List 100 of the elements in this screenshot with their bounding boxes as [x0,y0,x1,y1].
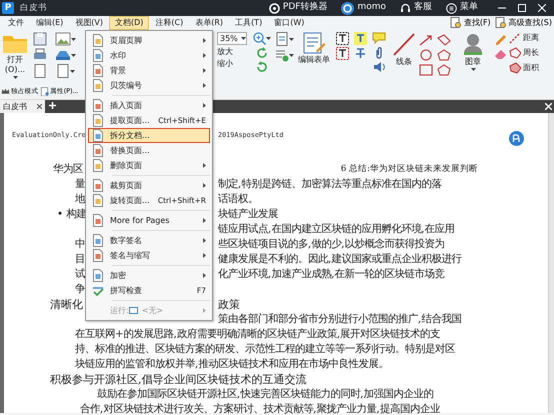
submenu-arrow-icon [203,252,206,258]
stamp-silhouette-icon [462,32,484,56]
pentagon-icon[interactable] [437,64,451,76]
empty-frame-icon [128,307,138,314]
menu-item[interactable]: 文件 [2,16,30,30]
user-button[interactable]: momo [341,1,386,15]
strikeout-text-icon[interactable] [354,47,366,60]
page-icon [92,249,104,262]
page-header-text: 6 总结:华为对区块链未来发展判断 [340,164,478,174]
magnifier-icon[interactable] [253,32,266,45]
menu-item[interactable]: 窗口(W) [268,16,310,30]
menu-item[interactable]: 视图(V) [69,16,110,30]
tab-title: 白皮书 [3,100,27,112]
scanner-icon[interactable] [54,48,70,62]
page-icon [92,179,104,192]
zoom-out-button[interactable]: 缩小 [217,59,233,69]
text-line: 目 [75,253,85,265]
dropdown-caret-icon[interactable] [241,37,246,40]
menu-item[interactable]: 签名与缩写 [88,248,210,263]
rotate-icon[interactable] [256,47,268,59]
menu-item[interactable]: 替换页面... [88,143,210,158]
document-tab[interactable]: 白皮书 [0,100,45,113]
text-line: 争 [75,283,85,295]
circle-icon[interactable] [419,49,433,61]
menu-item[interactable]: 文档(D) [109,16,150,30]
rotate-icon[interactable] [256,61,268,73]
measure-button[interactable]: 面积 [509,62,539,74]
crown-icon [1,86,10,96]
menu-item[interactable]: 注释(C) [149,16,190,30]
save-icon[interactable] [33,32,47,46]
pentagon-icon[interactable] [437,49,451,61]
floating-tool-icon[interactable] [509,131,524,146]
properties-icon [40,86,50,96]
menu-item[interactable]: 数字签名 [88,233,210,248]
page-icon [92,64,104,77]
caret-icon[interactable] [70,54,76,56]
caret-icon[interactable] [70,70,74,72]
caret-icon[interactable] [288,54,294,56]
stamp-button[interactable]: 图章 [455,32,491,84]
support-button[interactable]: 客服 [400,1,432,15]
text-box-icon[interactable] [336,47,348,60]
highlight-text-icon[interactable] [354,32,366,45]
line-button[interactable]: 线条 [389,32,419,84]
menu-item[interactable]: 加密 [88,268,210,283]
text-line: • 构建 [57,208,86,220]
menu-item[interactable]: 水印 [88,48,210,63]
menu-item[interactable]: More for Pages [88,213,210,228]
add-list-icon[interactable] [274,48,288,62]
menu-item[interactable]: 背景 [88,63,210,78]
page-icon[interactable] [56,64,70,78]
heading-text: 政策 [218,298,240,311]
plus-icon[interactable] [49,102,56,110]
submenu-arrow-icon [203,102,206,108]
find-button[interactable]: 查找(F) [448,17,493,29]
submenu-arrow-icon [203,82,206,88]
text-edit-icon[interactable] [274,32,288,46]
export-icon[interactable] [33,64,47,78]
menu-icon [446,2,457,14]
open-button[interactable]: 打开(O)... [0,32,30,84]
page-icon [92,34,104,47]
menu-button[interactable]: 菜单 [446,1,478,15]
menu-item[interactable]: 表单(R) [189,16,230,30]
caret-icon[interactable] [470,68,476,71]
speaker-icon[interactable] [372,61,386,73]
rectangle-icon[interactable] [419,64,433,76]
menu-item[interactable]: 裁剪页面 [88,178,210,193]
caret-icon[interactable] [266,37,271,40]
find-button[interactable]: 高级查找(S) [492,17,554,29]
close-icon[interactable] [37,104,42,109]
menu-item[interactable]: 页眉页脚 [88,33,210,48]
arrow-icon[interactable] [419,34,433,46]
caret-icon[interactable] [288,38,294,40]
avatar-icon [341,2,354,14]
polygon-icon[interactable] [437,34,451,46]
measure-button[interactable]: 周长 [509,47,539,59]
text-line: 合作,对区块链技术进行攻关、方案研讨、技术贡献等,聚拢产业力量,提高国内企业 [80,403,440,415]
edit-form-button[interactable]: 编辑表单 [295,32,333,84]
measure-button[interactable]: 距离 [509,32,539,44]
menu-item[interactable]: 插入页面 [88,98,210,113]
text-box-icon[interactable] [336,32,348,45]
zoom-field[interactable]: 35% [217,32,247,45]
paperclip-icon[interactable] [375,46,383,59]
zoom-in-button[interactable]: 放大 [217,47,233,57]
menu-item[interactable]: 编辑(E) [30,16,70,30]
menu-item[interactable]: 拆分文档... [88,128,210,143]
caret-icon[interactable] [70,38,76,40]
menu-item[interactable]: 删除页面 [88,158,210,173]
eraser-icon[interactable] [494,47,506,60]
text-line: 块链应用的监管和放权并举,推动区块链技术和应用在市场中良性发展。 [75,358,388,370]
menu-item[interactable]: 工具(T) [229,16,268,30]
page-icon [92,214,104,227]
text-line: 地 [75,193,85,205]
page-icon [92,114,104,127]
caret-icon[interactable] [12,76,18,79]
converter-button[interactable]: PDF转换器 [268,1,328,15]
print-icon[interactable] [33,48,47,62]
menu-item[interactable]: 贝茨编号 [88,78,210,93]
text-line: 策由各部门和部分省市分别进行小范围的推广,结合我国 [218,313,462,325]
measure-icon [509,62,521,74]
page-icon [92,129,104,142]
